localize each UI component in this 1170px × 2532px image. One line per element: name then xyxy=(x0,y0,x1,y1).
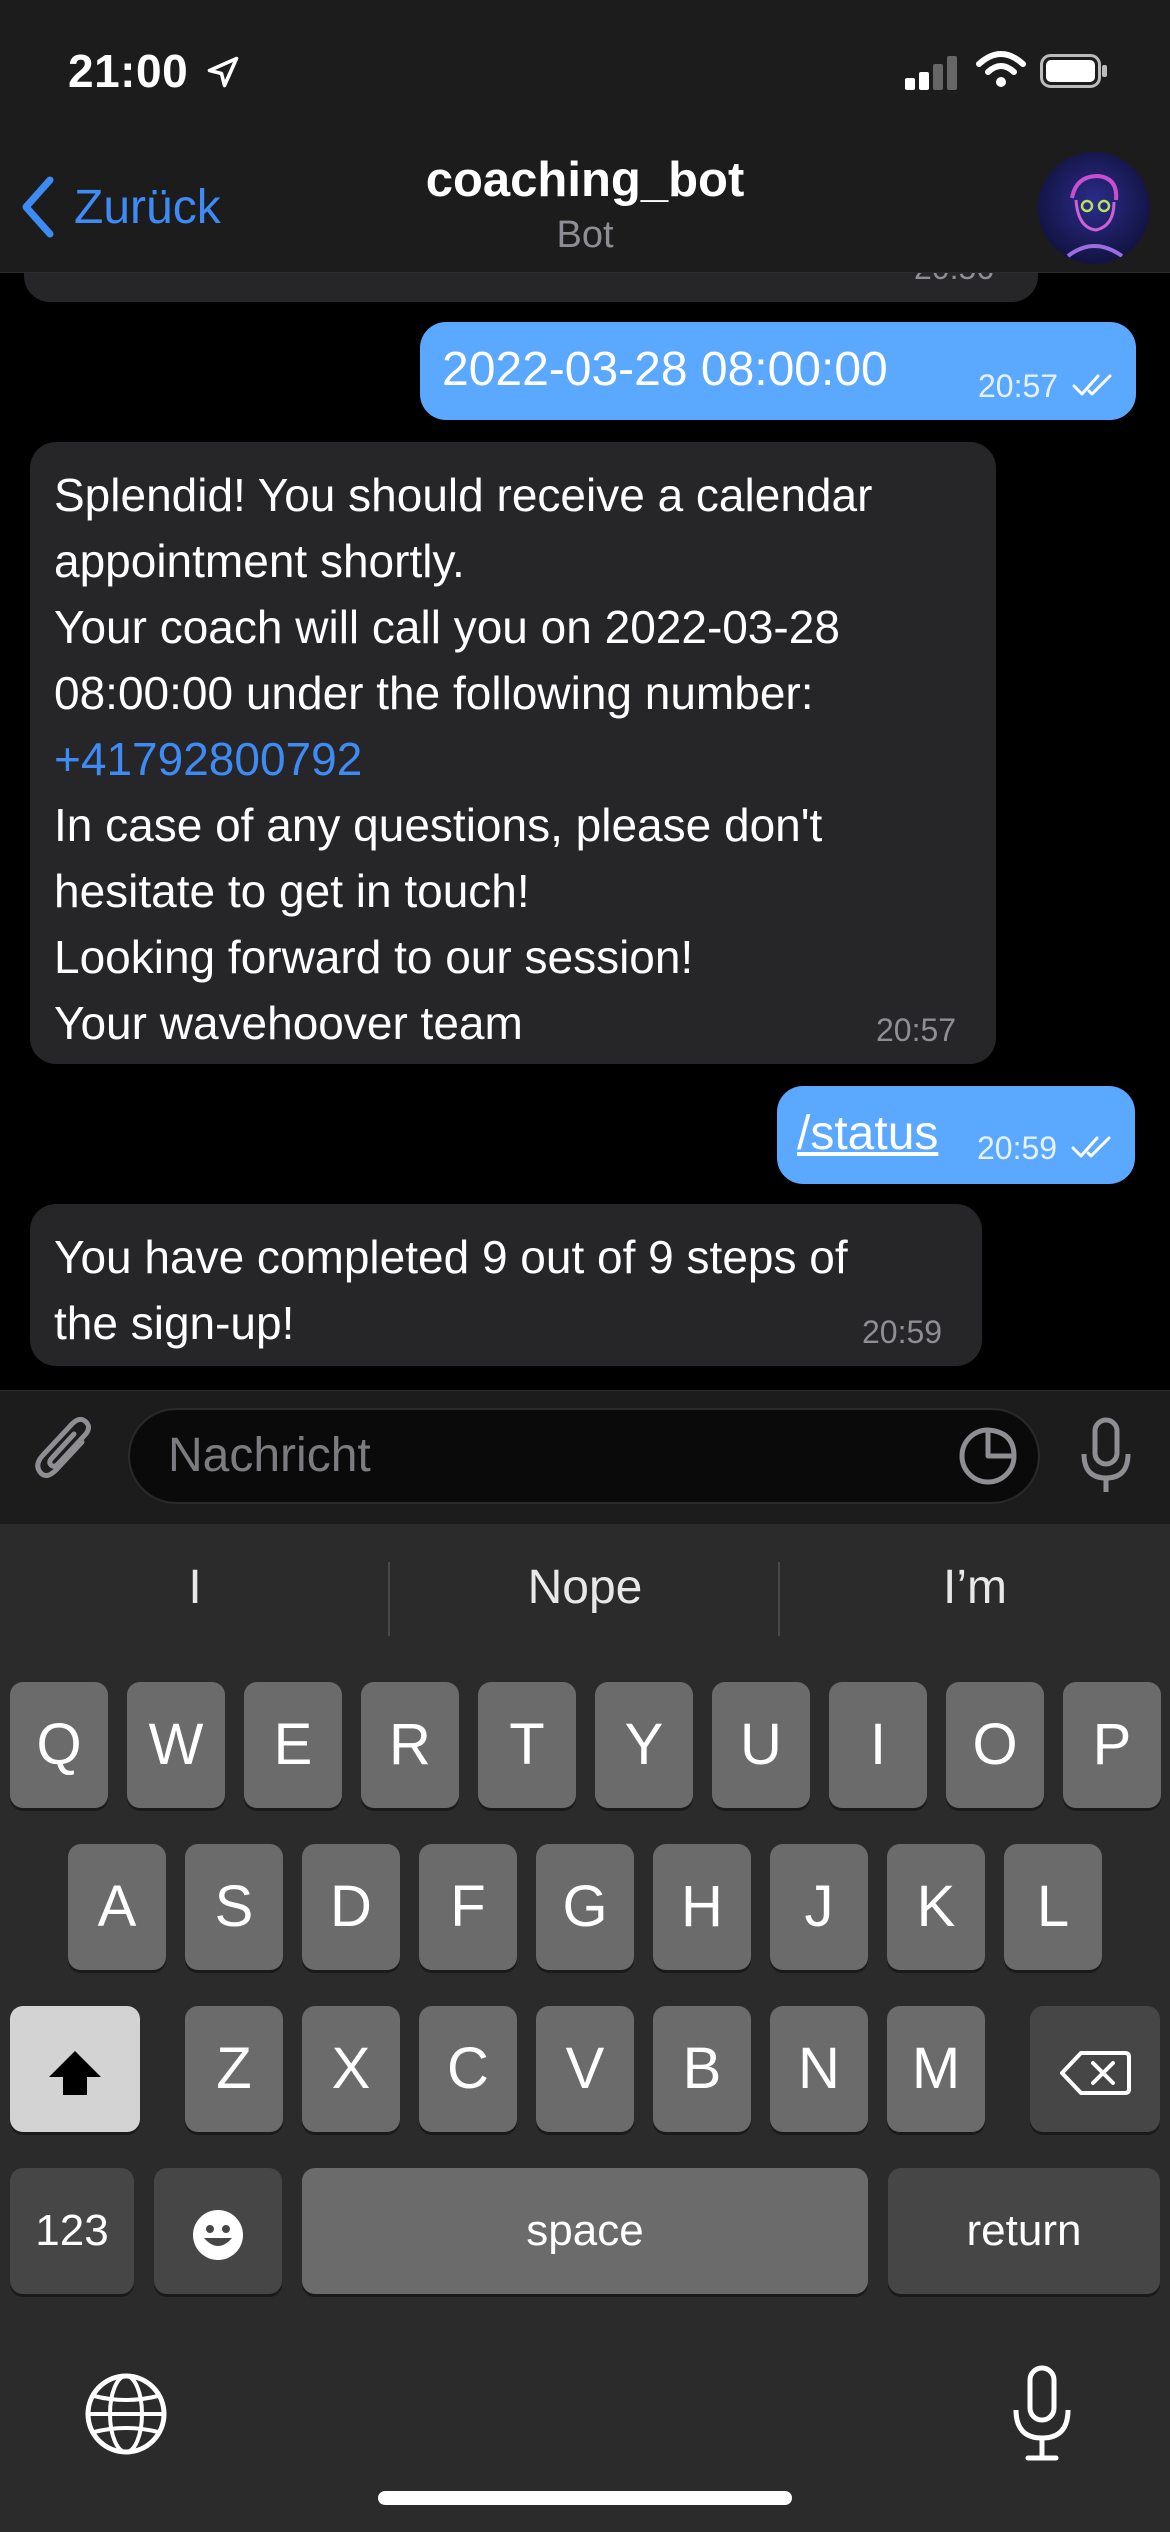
emoji-icon xyxy=(193,2209,243,2260)
key-x[interactable]: X xyxy=(302,2006,400,2132)
cellular-signal-icon xyxy=(905,56,957,90)
shift-key[interactable] xyxy=(10,2006,140,2132)
key-i[interactable]: I xyxy=(829,1682,927,1808)
emoji-key[interactable] xyxy=(154,2168,282,2294)
message-line: In case of any questions, please don't xyxy=(54,799,823,851)
bot-avatar[interactable] xyxy=(1038,152,1150,264)
key-d[interactable]: D xyxy=(302,1844,400,1970)
return-key[interactable]: return xyxy=(888,2168,1160,2294)
shift-arrow-icon xyxy=(49,2050,101,2095)
key-l[interactable]: L xyxy=(1004,1844,1102,1970)
message-line: Splendid! You should receive a calendar xyxy=(54,469,873,521)
outgoing-message[interactable]: /status 20:59 xyxy=(777,1086,1135,1184)
key-e[interactable]: E xyxy=(244,1682,342,1808)
message-time: 20:57 xyxy=(876,1012,957,1048)
suggestion-2[interactable]: Nope xyxy=(390,1560,780,1615)
numbers-key[interactable]: 123 xyxy=(10,2168,134,2294)
message-line: hesitate to get in touch! xyxy=(54,865,530,917)
chat-title[interactable]: coaching_bot xyxy=(0,152,1170,208)
key-m[interactable]: M xyxy=(887,2006,985,2132)
phone-number-link[interactable]: +41792800792 xyxy=(54,726,996,792)
sticker-icon[interactable] xyxy=(956,1424,1020,1488)
microphone-icon[interactable] xyxy=(1078,1416,1134,1496)
message-input[interactable]: Nachricht xyxy=(128,1408,1040,1504)
message-line: the sign-up! xyxy=(54,1297,295,1349)
message-line: Looking forward to our session! xyxy=(54,931,694,983)
key-v[interactable]: V xyxy=(536,2006,634,2132)
key-g[interactable]: G xyxy=(536,1844,634,1970)
double-check-icon xyxy=(1071,1136,1111,1158)
home-indicator[interactable] xyxy=(378,2491,792,2505)
navigation-header: 21:00 Zurück coaching_bot Bot xyxy=(0,0,1170,273)
message-line: 08:00:00 under the following number: xyxy=(54,667,814,719)
incoming-message[interactable]: Splendid! You should receive a calendar … xyxy=(30,442,996,1064)
battery-icon xyxy=(1040,54,1107,88)
key-f[interactable]: F xyxy=(419,1844,517,1970)
outgoing-message[interactable]: 2022-03-28 08:00:00 20:57 xyxy=(420,322,1136,420)
message-line: appointment shortly. xyxy=(54,535,465,587)
key-s[interactable]: S xyxy=(185,1844,283,1970)
incoming-message[interactable]: You have completed 9 out of 9 steps of t… xyxy=(30,1204,982,1366)
location-arrow-icon xyxy=(207,56,239,88)
backspace-icon xyxy=(1060,2050,1131,2095)
avatar-illustration-icon xyxy=(1066,173,1124,258)
message-time: 20:59 xyxy=(977,1130,1058,1166)
key-r[interactable]: R xyxy=(361,1682,459,1808)
key-y[interactable]: Y xyxy=(595,1682,693,1808)
suggestion-1[interactable]: I xyxy=(0,1560,390,1615)
key-u[interactable]: U xyxy=(712,1682,810,1808)
double-check-icon xyxy=(1072,374,1112,396)
globe-icon[interactable] xyxy=(82,2370,170,2458)
bot-command-link[interactable]: /status xyxy=(797,1106,938,1161)
status-time: 21:00 xyxy=(68,45,189,97)
key-t[interactable]: T xyxy=(478,1682,576,1808)
key-h[interactable]: H xyxy=(653,1844,751,1970)
space-key[interactable]: space xyxy=(302,2168,868,2294)
key-n[interactable]: N xyxy=(770,2006,868,2132)
dictation-icon[interactable] xyxy=(1010,2364,1074,2464)
key-p[interactable]: P xyxy=(1063,1682,1161,1808)
key-o[interactable]: O xyxy=(946,1682,1044,1808)
key-b[interactable]: B xyxy=(653,2006,751,2132)
paperclip-icon[interactable] xyxy=(30,1412,100,1492)
message-line: Your coach will call you on 2022-03-28 xyxy=(54,601,840,653)
wifi-icon xyxy=(976,51,1026,87)
chat-subtitle: Bot xyxy=(556,214,614,256)
key-z[interactable]: Z xyxy=(185,2006,283,2132)
message-line: You have completed 9 out of 9 steps of xyxy=(54,1231,848,1283)
key-a[interactable]: A xyxy=(68,1844,166,1970)
message-time: 20:59 xyxy=(862,1314,943,1350)
message-time: 20:57 xyxy=(978,368,1059,404)
key-j[interactable]: J xyxy=(770,1844,868,1970)
key-w[interactable]: W xyxy=(127,1682,225,1808)
key-k[interactable]: K xyxy=(887,1844,985,1970)
delete-key[interactable] xyxy=(1030,2006,1160,2132)
key-c[interactable]: C xyxy=(419,2006,517,2132)
suggestion-3[interactable]: I’m xyxy=(780,1560,1170,1615)
message-text: 2022-03-28 08:00:00 xyxy=(442,343,888,396)
key-q[interactable]: Q xyxy=(10,1682,108,1808)
message-line: Your wavehoover team xyxy=(54,997,523,1049)
